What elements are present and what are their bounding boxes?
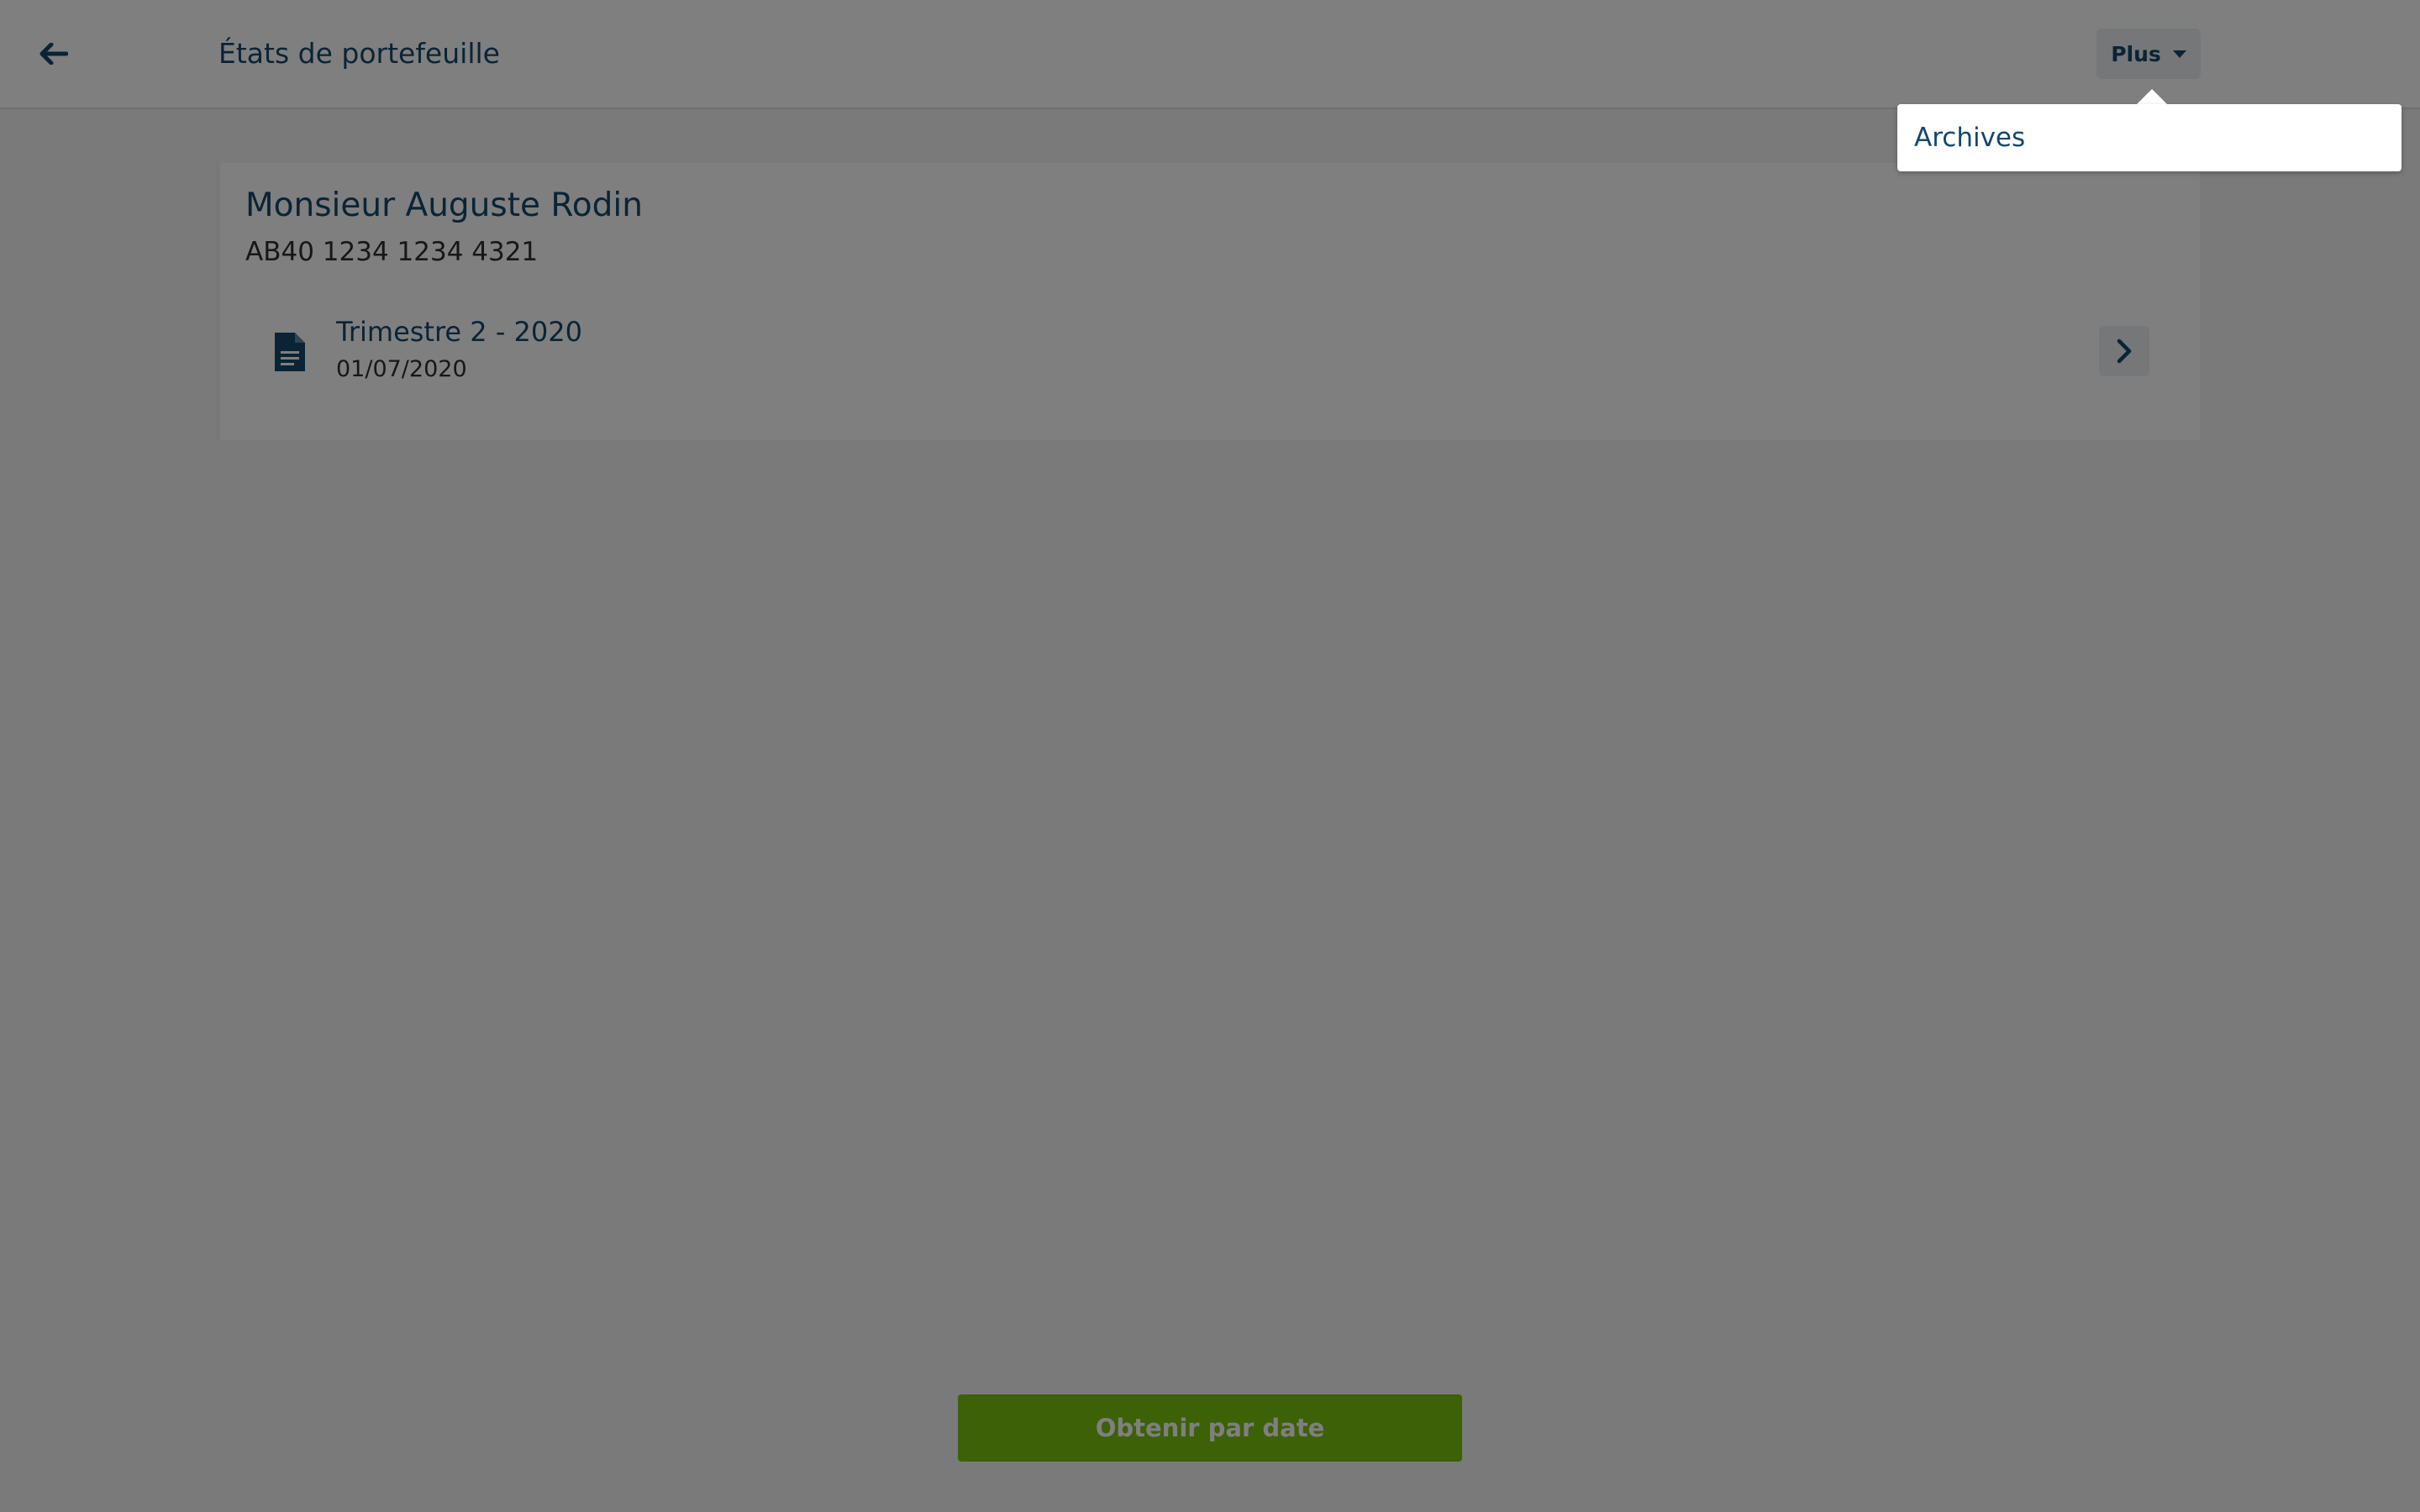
dropdown-pointer <box>2135 89 2169 106</box>
more-menu-dropdown: Archives <box>1897 104 2402 171</box>
modal-backdrop[interactable] <box>0 0 2420 1512</box>
portfolio-statements-page: États de portefeuille Plus Monsieur Augu… <box>0 0 2420 1512</box>
menu-item-archives[interactable]: Archives <box>1914 104 2025 171</box>
